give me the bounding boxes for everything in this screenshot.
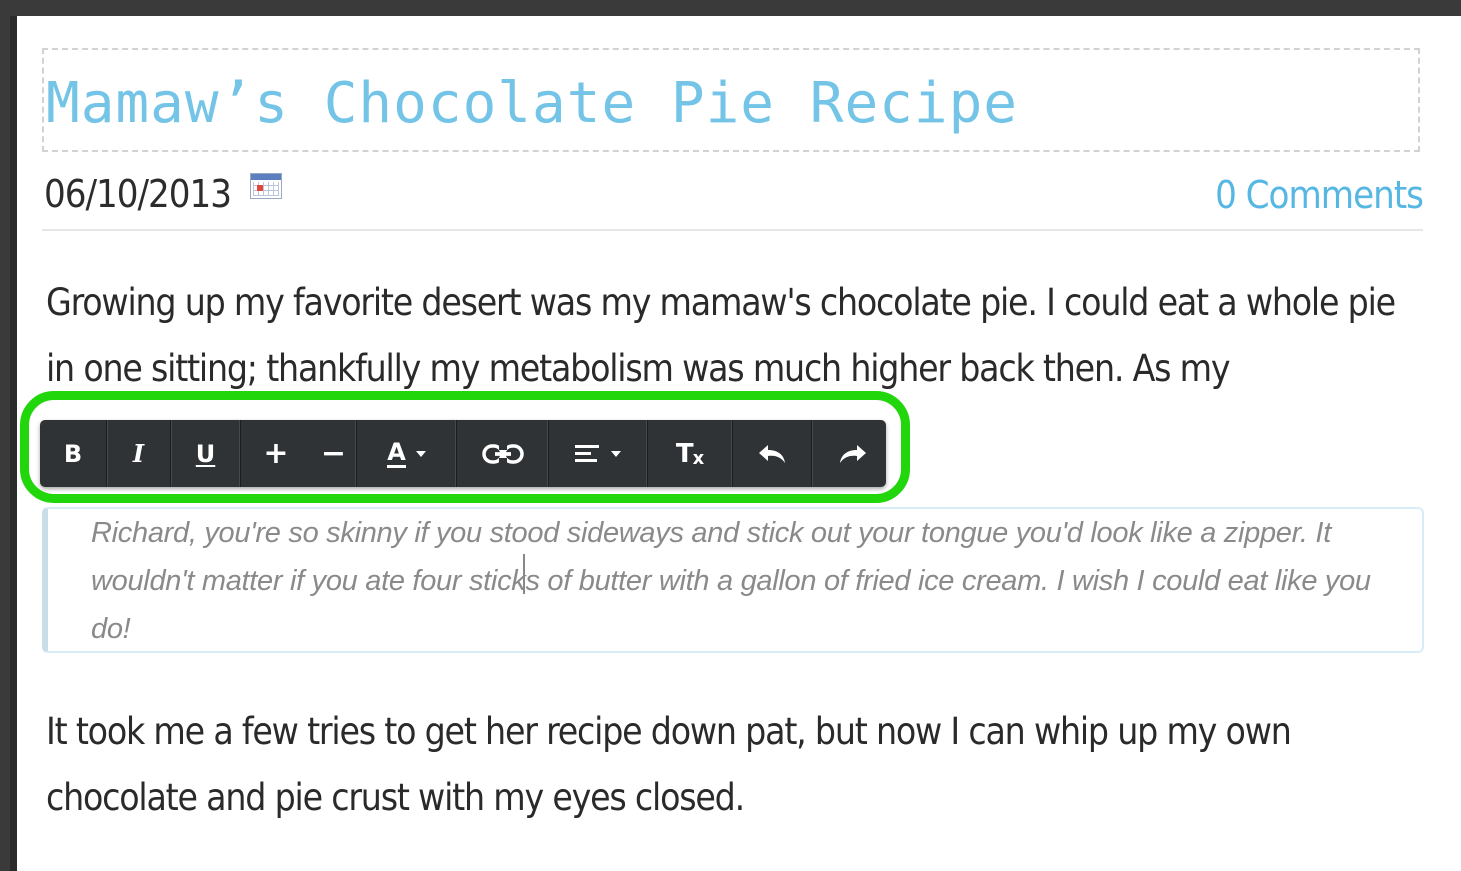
toolbar-group-align bbox=[549, 420, 648, 487]
clear-format-t: T bbox=[675, 438, 694, 469]
decrease-size-button[interactable]: − bbox=[311, 420, 356, 487]
toolbar-group-style: B I U bbox=[40, 420, 241, 487]
italic-label: I bbox=[132, 439, 145, 468]
undo-button[interactable] bbox=[733, 420, 811, 487]
window-frame-top bbox=[0, 0, 1461, 16]
plus-icon: + bbox=[263, 436, 289, 471]
bold-label: B bbox=[63, 439, 83, 468]
body-paragraph[interactable]: Growing up my favorite desert was my mam… bbox=[46, 270, 1421, 402]
caret-down-icon bbox=[415, 450, 426, 457]
link-icon bbox=[481, 442, 524, 465]
italic-button[interactable]: I bbox=[106, 420, 170, 487]
toolbar-group-size: + − bbox=[241, 420, 357, 487]
undo-icon bbox=[759, 444, 785, 463]
window-frame-left-edge bbox=[10, 16, 17, 871]
underline-button[interactable]: U bbox=[170, 420, 240, 487]
toolbar-group-color: A bbox=[357, 420, 457, 487]
increase-size-button[interactable]: + bbox=[241, 420, 311, 487]
header-divider bbox=[42, 229, 1423, 231]
toolbar-group-history bbox=[733, 420, 886, 487]
comments-link[interactable]: 0 Comments bbox=[1215, 172, 1424, 218]
redo-icon bbox=[840, 444, 866, 463]
minus-icon: − bbox=[320, 436, 347, 471]
insert-link-button[interactable] bbox=[457, 420, 548, 487]
calendar-icon-header bbox=[251, 174, 281, 180]
toolbar-group-link bbox=[457, 420, 549, 487]
calendar-icon-mark bbox=[257, 185, 263, 191]
clear-formatting-button[interactable]: Tx bbox=[648, 420, 732, 487]
text-color-label: A bbox=[387, 437, 406, 468]
blockquote-text[interactable]: Richard, you're so skinny if you stood s… bbox=[91, 509, 1411, 653]
toolbar-group-clear: Tx bbox=[648, 420, 733, 487]
redo-button[interactable] bbox=[811, 420, 886, 487]
bold-button[interactable]: B bbox=[40, 420, 106, 487]
align-left-icon bbox=[575, 444, 599, 462]
text-color-button[interactable]: A bbox=[357, 420, 456, 487]
post-date: 06/10/2013 bbox=[44, 172, 232, 216]
post-title[interactable]: Mamaw’s Chocolate Pie Recipe bbox=[46, 60, 1018, 148]
body-paragraph-2[interactable]: It took me a few tries to get her recipe… bbox=[46, 699, 1421, 831]
align-button[interactable] bbox=[549, 420, 647, 487]
underline-label: U bbox=[195, 439, 216, 468]
text-cursor bbox=[523, 554, 525, 594]
formatting-toolbar: B I U + − A T x bbox=[40, 420, 886, 487]
caret-down-icon bbox=[611, 450, 621, 457]
clear-format-x: x bbox=[692, 448, 705, 469]
calendar-icon[interactable] bbox=[250, 173, 282, 199]
